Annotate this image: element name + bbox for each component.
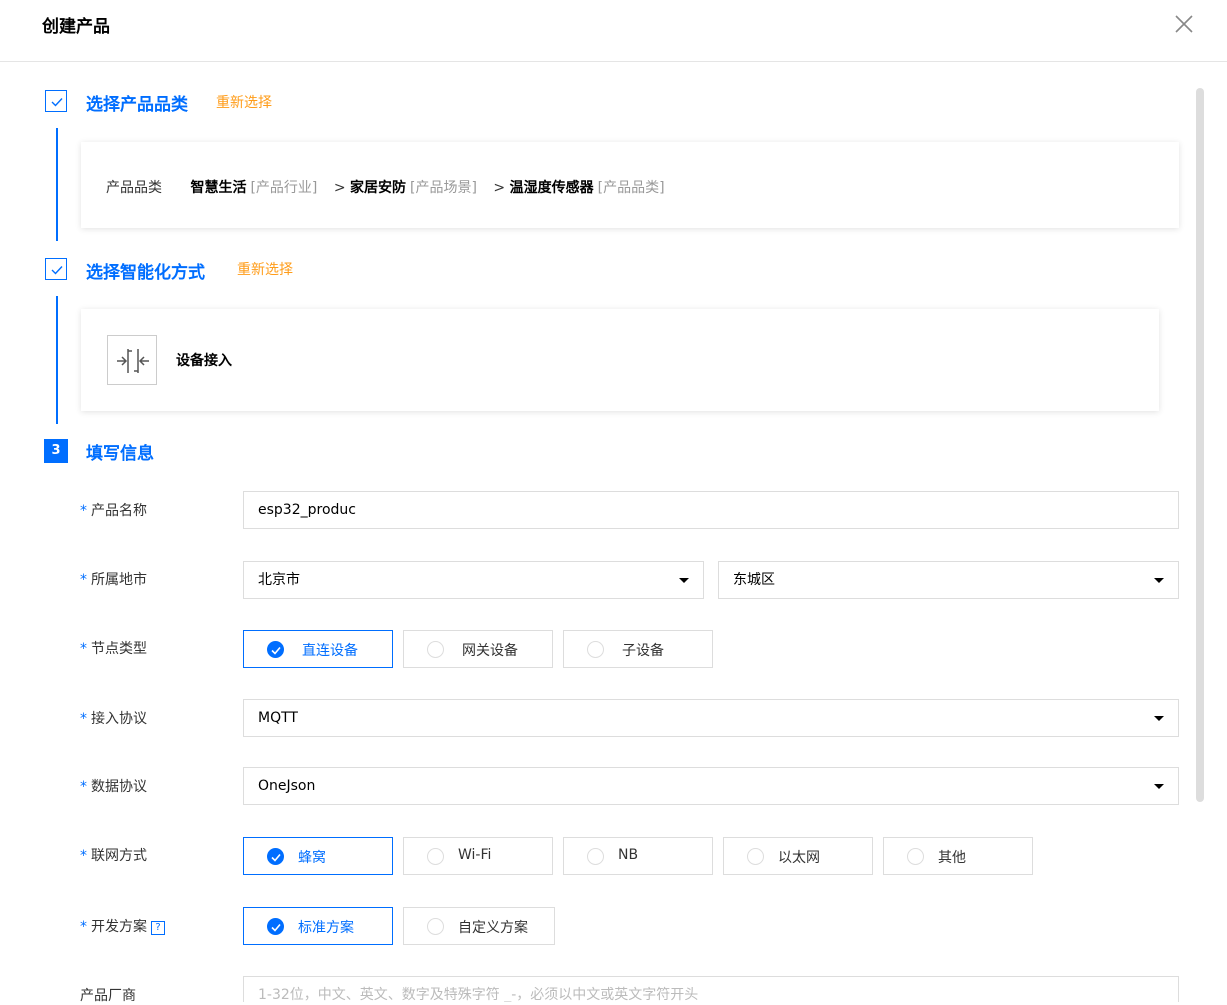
category-type: 温湿度传感器 [509,180,594,196]
category-card: 产品品类 智慧生活 [产品行业] > 家居安防 [产品场景] > 温湿度传感器 [产品… [81,142,1179,228]
method-label: 设备接入 [176,353,232,369]
data-protocol-label-text: 数据协议 [91,779,147,795]
manufacturer-input[interactable]: 1-32位，中文、英文、数字及特殊字符 _-，必须以中文或英文字符开头 [243,976,1179,1002]
node-type-label-text: 节点类型 [91,641,147,657]
method-card: 设备接入 [81,309,1159,411]
network-option-label: 其他 [938,850,966,866]
dev-plan-label-text: 开发方案 [91,919,147,935]
radio-unchecked-icon [587,641,604,658]
city-select[interactable]: 北京市 [243,561,704,599]
node-type-option-gateway[interactable]: 网关设备 [403,630,553,668]
radio-unchecked-icon [427,848,444,865]
network-option-other[interactable]: 其他 [883,837,1033,875]
category-scene-tag: [产品场景] [410,180,477,196]
network-option-cellular[interactable]: 蜂窝 [243,837,393,875]
radio-unchecked-icon [747,848,764,865]
dev-plan-option-custom[interactable]: 自定义方案 [403,907,555,945]
network-label: * 联网方式 [80,845,147,865]
network-option-ethernet[interactable]: 以太网 [723,837,873,875]
category-industry-tag: [产品行业] [250,180,318,196]
category-path: 产品品类 智慧生活 [产品行业] > 家居安防 [产品场景] > 温湿度传感器 [产品… [106,177,665,197]
step-three-title: 填写信息 [86,444,154,464]
required-mark: * [80,779,87,795]
radio-unchecked-icon [427,641,444,658]
step-two-check-icon [45,258,67,280]
radio-unchecked-icon [587,848,604,865]
node-type-option-label: 直连设备 [302,643,358,659]
node-type-label: * 节点类型 [80,638,147,658]
step-one-reselect-link[interactable]: 重新选择 [216,92,272,112]
dev-plan-label: * 开发方案? [80,916,165,936]
access-protocol-select[interactable]: MQTT [243,699,1179,737]
district-select[interactable]: 东城区 [718,561,1179,599]
data-protocol-value: OneJson [258,778,316,794]
network-label-text: 联网方式 [91,848,147,864]
network-option-label: Wi-Fi [458,847,492,863]
category-separator: > [493,180,506,196]
manufacturer-label: 产品厂商 [80,988,136,1004]
device-access-icon [107,335,157,385]
node-type-option-direct[interactable]: 直连设备 [243,630,393,668]
data-protocol-label: * 数据协议 [80,776,147,796]
radio-checked-icon [267,641,284,658]
step-one-title: 选择产品品类 [86,95,188,115]
city-label-text: 所属地市 [91,572,147,588]
category-label: 产品品类 [106,180,162,196]
dialog-title: 创建产品 [42,17,110,37]
help-icon[interactable]: ? [151,921,165,935]
network-option-nb[interactable]: NB [563,837,713,875]
required-mark: * [80,572,87,588]
network-option-label: 以太网 [778,850,820,866]
step-three-number: 3 [44,439,68,463]
category-industry: 智慧生活 [190,180,247,196]
access-protocol-label: * 接入协议 [80,708,147,728]
required-mark: * [80,919,87,935]
caret-down-icon [1154,578,1164,583]
required-mark: * [80,711,87,727]
required-mark: * [80,503,87,519]
product-name-label: * 产品名称 [80,500,147,520]
scrollbar-thumb[interactable] [1196,88,1204,802]
caret-down-icon [1154,716,1164,721]
required-mark: * [80,641,87,657]
step-two-connector [56,296,58,424]
step-one-check-icon [45,90,67,112]
network-option-label: NB [618,847,639,863]
close-icon[interactable] [1172,12,1196,36]
node-type-option-label: 子设备 [622,643,664,659]
product-name-label-text: 产品名称 [91,503,147,519]
access-protocol-label-text: 接入协议 [91,711,147,727]
caret-down-icon [679,578,689,583]
dev-plan-option-standard[interactable]: 标准方案 [243,907,393,945]
node-type-option-subdevice[interactable]: 子设备 [563,630,713,668]
caret-down-icon [1154,784,1164,789]
dev-plan-option-label: 标准方案 [298,920,354,936]
city-label: * 所属地市 [80,569,147,589]
required-mark: * [80,848,87,864]
node-type-option-label: 网关设备 [462,643,518,659]
step-two-title: 选择智能化方式 [86,263,205,283]
dialog-header: 创建产品 [0,0,1227,62]
category-scene: 家居安防 [350,180,407,196]
radio-unchecked-icon [427,918,444,935]
access-protocol-value: MQTT [258,710,298,726]
radio-checked-icon [267,918,284,935]
category-separator: > [333,180,346,196]
radio-unchecked-icon [907,848,924,865]
dev-plan-option-label: 自定义方案 [458,920,528,936]
step-two-reselect-link[interactable]: 重新选择 [237,259,293,279]
network-option-wifi[interactable]: Wi-Fi [403,837,553,875]
radio-checked-icon [267,848,284,865]
step-one-connector [56,128,58,241]
data-protocol-select[interactable]: OneJson [243,767,1179,805]
network-option-label: 蜂窝 [298,850,326,866]
city-select-value: 北京市 [258,572,300,588]
district-select-value: 东城区 [733,572,775,588]
product-name-input[interactable]: esp32_produc [243,491,1179,529]
category-type-tag: [产品品类] [597,180,665,196]
